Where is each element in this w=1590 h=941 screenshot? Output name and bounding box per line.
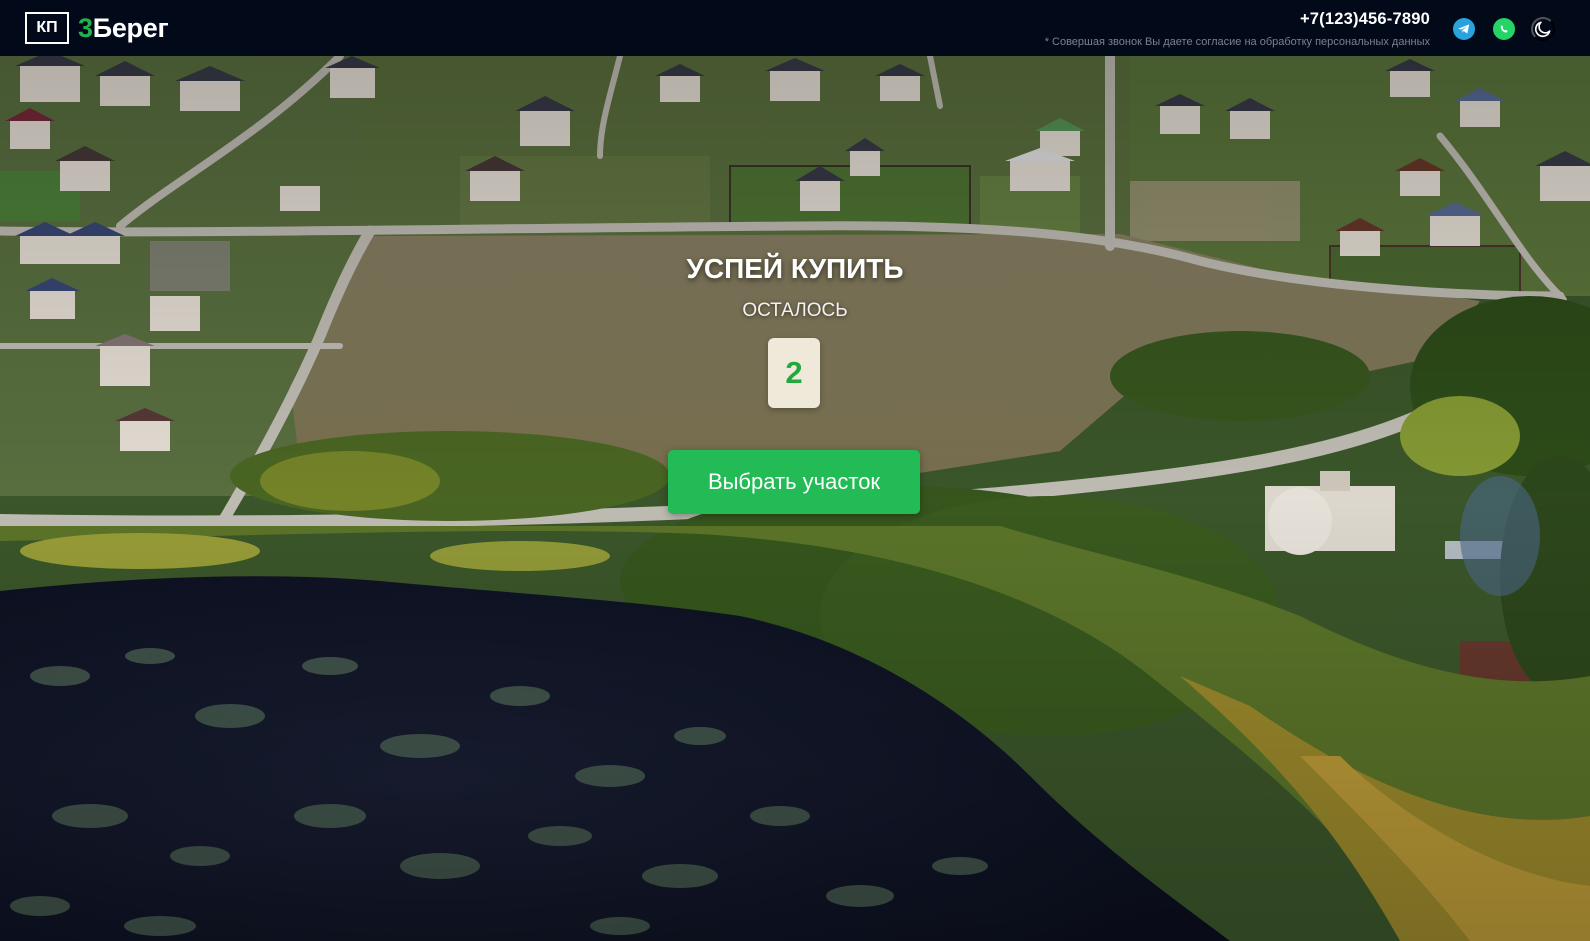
telegram-glyph — [1458, 24, 1470, 34]
logo-word: Берег — [92, 12, 169, 43]
consent-note: * Совершая звонок Вы даете согласие на о… — [1044, 36, 1430, 48]
telegram-icon[interactable] — [1453, 18, 1475, 40]
whatsapp-glyph — [1500, 25, 1508, 33]
moon-glyph — [1534, 21, 1551, 38]
logo[interactable]: КП 3Берег — [25, 12, 169, 44]
logo-number: 3 — [78, 12, 93, 43]
remaining-label: ОСТАЛОСЬ — [742, 300, 848, 321]
promo-block: УСПЕЙ КУПИТЬ ОСТАЛОСЬ 2 Выбрать участок — [0, 56, 1590, 941]
whatsapp-icon[interactable] — [1493, 18, 1515, 40]
contact-block: +7(123)456-7890 * Совершая звонок Вы дае… — [1045, 10, 1430, 48]
phone-link[interactable]: +7(123)456-7890 — [1300, 10, 1430, 28]
logo-name: 3Берег — [78, 12, 169, 44]
moon-icon[interactable] — [1531, 17, 1555, 41]
site-header: КП 3Берег +7(123)456-7890 * Совершая зво… — [0, 0, 1590, 56]
logo-badge: КП — [25, 12, 69, 44]
promo-title: УСПЕЙ КУПИТЬ — [686, 253, 904, 284]
choose-plot-button[interactable]: Выбрать участок — [668, 450, 920, 514]
remaining-counter: 2 — [768, 338, 820, 408]
hero-section: УСПЕЙ КУПИТЬ ОСТАЛОСЬ 2 Выбрать участок — [0, 56, 1590, 941]
